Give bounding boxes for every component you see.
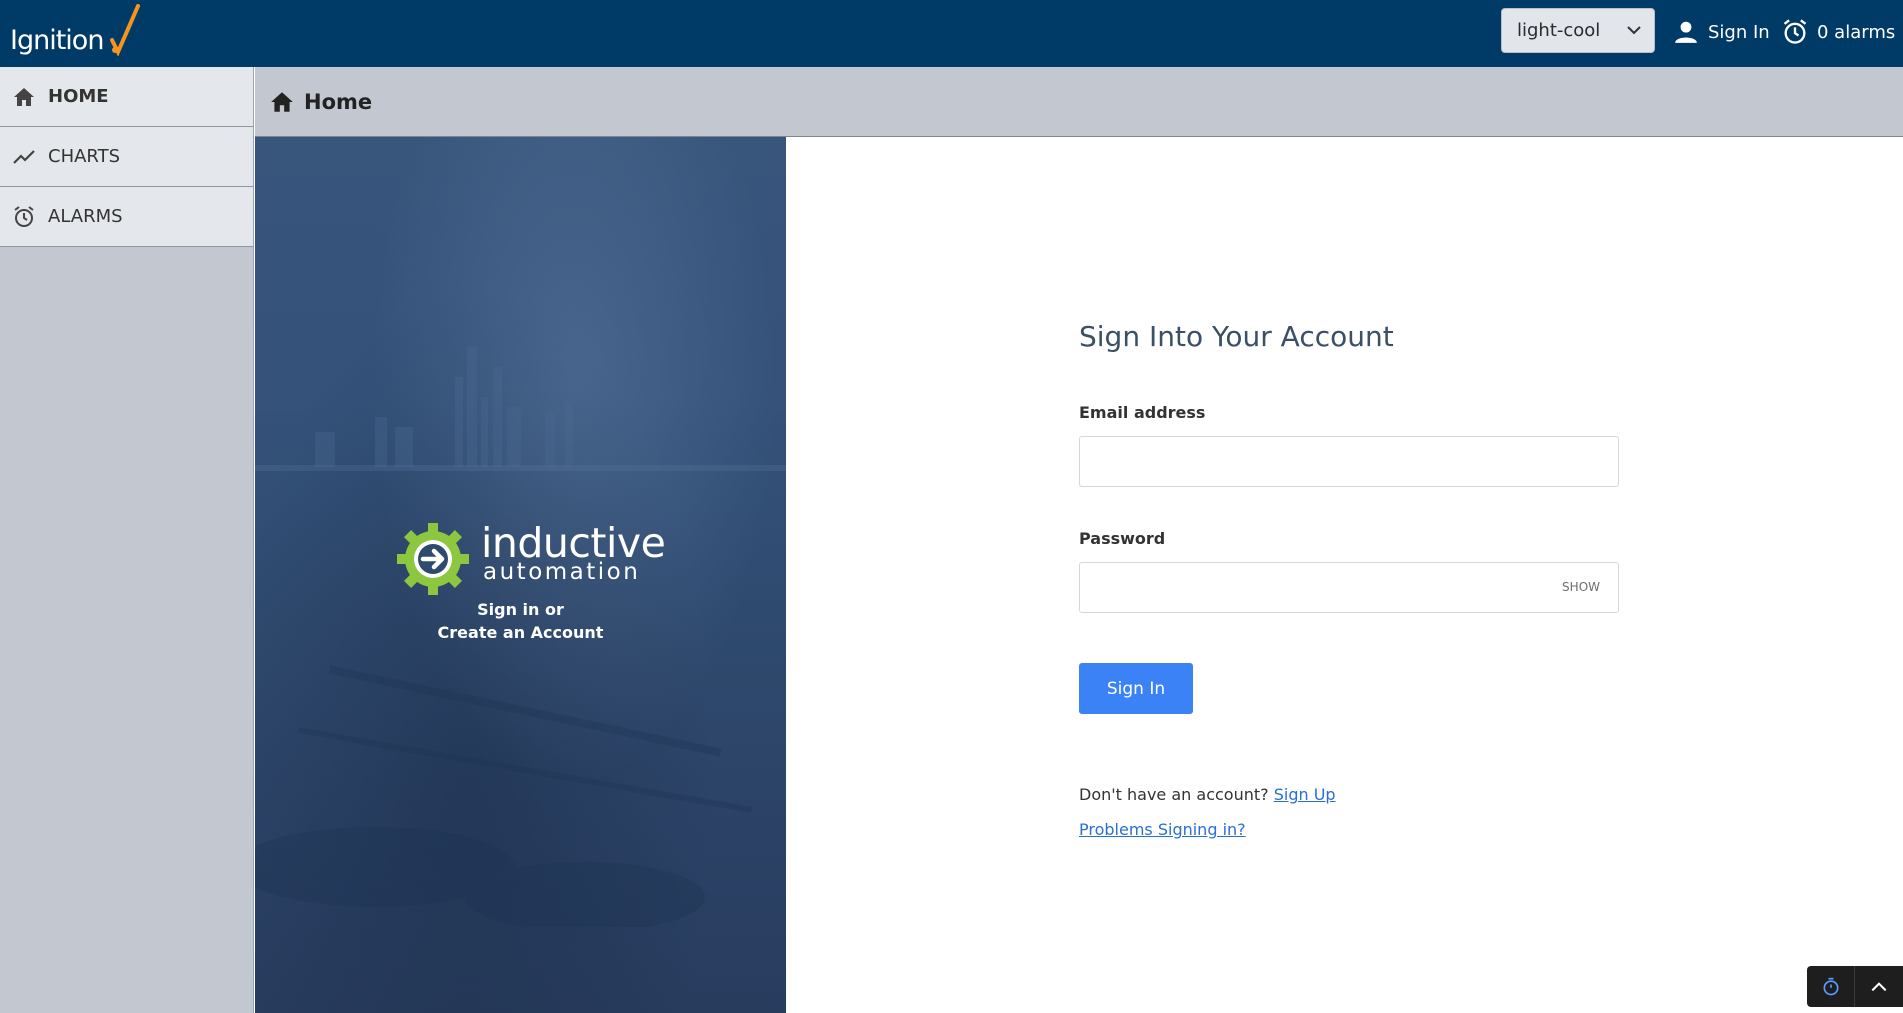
- show-password-button[interactable]: SHOW: [1562, 580, 1600, 594]
- sidebar-item-charts[interactable]: CHARTS: [0, 127, 253, 187]
- home-icon: [14, 87, 34, 106]
- top-bar: Ignition light-cool Sign In 0 alarms: [0, 0, 1903, 67]
- breadcrumb: Home: [255, 67, 1903, 137]
- problems-signing-in-link[interactable]: Problems Signing in?: [1079, 820, 1246, 839]
- home-icon: [271, 91, 293, 112]
- alarm-clock-icon: [14, 205, 34, 227]
- page-title: Home: [304, 89, 373, 114]
- floating-toolbar: [1807, 966, 1903, 1007]
- hero-panel: inductive automation Sign in or Create a…: [255, 137, 786, 1013]
- topbar-alarms-button[interactable]: 0 alarms: [1781, 14, 1895, 50]
- email-field-wrapper: [1079, 436, 1619, 487]
- sidebar-item-home[interactable]: HOME: [0, 67, 253, 127]
- topbar-signin-button[interactable]: Sign In: [1673, 14, 1770, 50]
- sign-in-button[interactable]: Sign In: [1079, 663, 1193, 714]
- logo-check-icon: [110, 4, 140, 56]
- sidebar-item-label: HOME: [48, 86, 109, 107]
- user-icon: [1675, 21, 1697, 43]
- hero-cta-line2: Create an Account: [437, 623, 604, 642]
- login-form: Sign Into Your Account Email address Pas…: [1079, 320, 1619, 839]
- brand-wordmark-line2: automation: [483, 559, 641, 585]
- password-field-wrapper: SHOW: [1079, 562, 1619, 613]
- sign-up-link[interactable]: Sign Up: [1274, 785, 1336, 804]
- password-field[interactable]: [1080, 563, 1618, 612]
- topbar-alarms-label: 0 alarms: [1817, 21, 1896, 43]
- theme-select-value: light-cool: [1517, 20, 1601, 41]
- sidebar-item-label: ALARMS: [48, 206, 123, 227]
- no-account-text: Don't have an account?: [1079, 785, 1269, 804]
- expand-toolbar-button[interactable]: [1855, 966, 1903, 1007]
- theme-select[interactable]: light-cool: [1501, 8, 1655, 53]
- password-label: Password: [1079, 529, 1166, 548]
- sidebar-item-alarms[interactable]: ALARMS: [0, 187, 253, 247]
- gear-arrow-icon: [397, 523, 469, 595]
- logo-text: Ignition: [10, 25, 104, 56]
- topbar-signin-label: Sign In: [1708, 21, 1770, 43]
- signup-prompt: Don't have an account? Sign Up: [1079, 785, 1336, 804]
- chevron-down-icon: [1627, 26, 1641, 35]
- alarm-clock-icon: [1783, 19, 1807, 44]
- ignition-logo[interactable]: Ignition: [10, 4, 140, 60]
- email-label: Email address: [1079, 403, 1206, 422]
- hero-call-to-action: Sign in or Create an Account: [255, 598, 786, 644]
- timer-button[interactable]: [1807, 966, 1855, 1007]
- stopwatch-icon: [1823, 977, 1838, 995]
- hero-cta-line1: Sign in or: [477, 600, 564, 619]
- trend-chart-icon: [13, 149, 35, 164]
- login-title: Sign Into Your Account: [1079, 320, 1394, 353]
- sidebar-nav: HOME CHARTS ALARMS: [0, 67, 254, 1013]
- sidebar-item-label: CHARTS: [48, 146, 121, 167]
- email-field[interactable]: [1080, 437, 1618, 486]
- inductive-automation-logo: inductive automation: [395, 519, 666, 599]
- chevron-up-icon: [1871, 981, 1887, 991]
